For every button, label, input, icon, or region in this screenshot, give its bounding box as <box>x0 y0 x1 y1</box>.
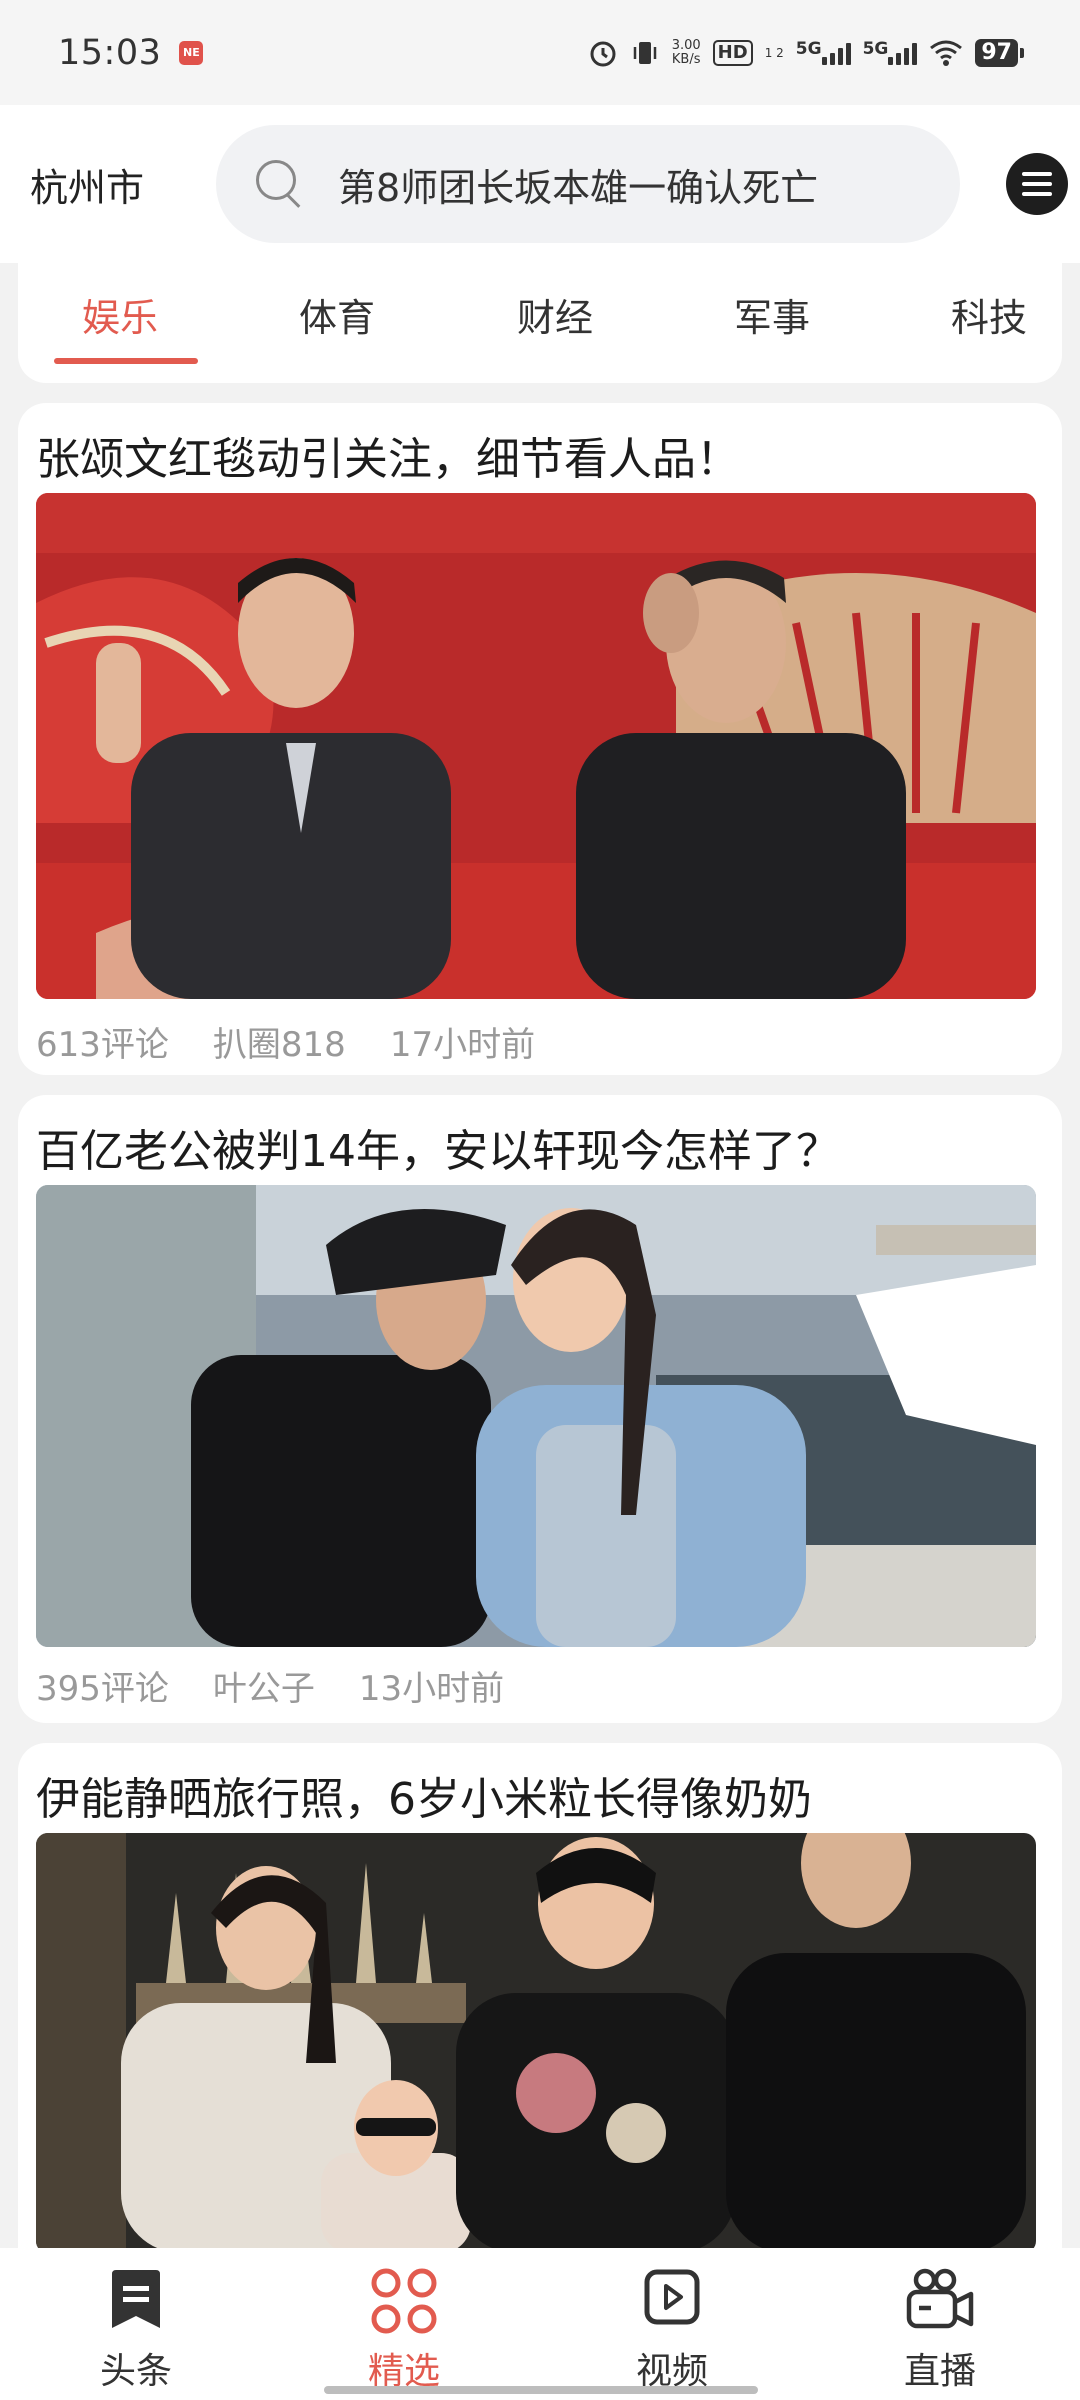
article-image[interactable] <box>36 1833 1036 2253</box>
article-card[interactable]: 张颂文红毯动引关注，细节看人品！ 613评论 扒圈818 17小时前 <box>18 403 1062 1075</box>
notification-badge-icon: NE <box>179 40 204 65</box>
camera-icon <box>905 2268 975 2334</box>
signal-bars-icon <box>888 41 918 65</box>
tab-finance[interactable]: 财经 <box>517 287 593 342</box>
status-icons: 3.00 KB/s HD 1 2 5G 5G 97 <box>588 37 1024 68</box>
article-title[interactable]: 张颂文红毯动引关注，细节看人品！ <box>36 423 740 487</box>
article-time: 13小时前 <box>358 1669 505 1709</box>
signal-bars-icon <box>821 41 851 65</box>
tab-military[interactable]: 军事 <box>734 287 810 342</box>
nav-label: 头条 <box>99 2351 172 2392</box>
wifi-icon <box>929 39 963 67</box>
nav-video[interactable]: 视频 <box>582 2248 762 2400</box>
search-input[interactable]: 第8师团长坂本雄一确认死亡 <box>216 125 960 243</box>
battery-icon: 97 <box>975 38 1024 67</box>
tab-tech[interactable]: 科技 <box>951 287 1027 342</box>
menu-icon[interactable] <box>1006 153 1068 215</box>
status-time: 15:03 <box>58 32 162 73</box>
search-placeholder: 第8师团长坂本雄一确认死亡 <box>338 165 819 210</box>
signal-2: 5G <box>863 39 918 65</box>
hd-icon: HD <box>712 39 753 66</box>
home-indicator[interactable] <box>324 2386 758 2394</box>
vibrate-icon <box>630 38 660 68</box>
article-meta: 395评论 叶公子 13小时前 <box>36 1661 504 1710</box>
article-meta: 613评论 扒圈818 17小时前 <box>36 1017 535 1066</box>
headlines-icon <box>108 2268 164 2334</box>
search-header: 杭州市 第8师团长坂本雄一确认死亡 <box>0 105 1080 263</box>
article-title[interactable]: 百亿老公被判14年，安以轩现今怎样了？ <box>36 1115 840 1179</box>
search-icon <box>252 156 308 212</box>
article-card[interactable]: 百亿老公被判14年，安以轩现今怎样了？ 395评论 叶公子 13小时前 <box>18 1095 1062 1723</box>
city-selector[interactable]: 杭州市 <box>30 157 180 212</box>
tab-entertainment[interactable]: 娱乐 <box>82 287 158 342</box>
article-image[interactable] <box>36 493 1036 999</box>
signal-1: 5G <box>796 39 851 65</box>
comment-count: 395评论 <box>36 1669 169 1709</box>
tab-sports[interactable]: 体育 <box>299 287 375 342</box>
article-title[interactable]: 伊能静晒旅行照，6岁小米粒长得像奶奶 <box>36 1763 812 1827</box>
status-bar: 15:03 NE 3.00 KB/s HD 1 2 5G 5G 97 <box>0 0 1080 105</box>
alarm-icon <box>588 38 618 68</box>
nav-headlines[interactable]: 头条 <box>46 2248 226 2400</box>
network-speed: 3.00 KB/s <box>671 37 701 67</box>
bottom-nav: 头条 精选 视频 直播 <box>0 2248 1080 2400</box>
article-source[interactable]: 扒圈818 <box>213 1017 346 1066</box>
comment-count: 613评论 <box>36 1025 169 1065</box>
nav-label: 直播 <box>903 2351 976 2392</box>
article-time: 17小时前 <box>389 1025 536 1065</box>
grid-icon <box>371 2268 437 2338</box>
video-play-icon <box>643 2268 701 2330</box>
article-image[interactable] <box>36 1185 1036 1647</box>
hd-sub-text: 1 2 <box>764 45 784 60</box>
article-source[interactable]: 叶公子 <box>213 1661 315 1710</box>
tab-active-indicator <box>54 358 198 364</box>
category-tabs: 娱乐 体育 财经 军事 科技 <box>18 263 1062 383</box>
nav-featured[interactable]: 精选 <box>314 2248 494 2400</box>
nav-live[interactable]: 直播 <box>850 2248 1030 2400</box>
